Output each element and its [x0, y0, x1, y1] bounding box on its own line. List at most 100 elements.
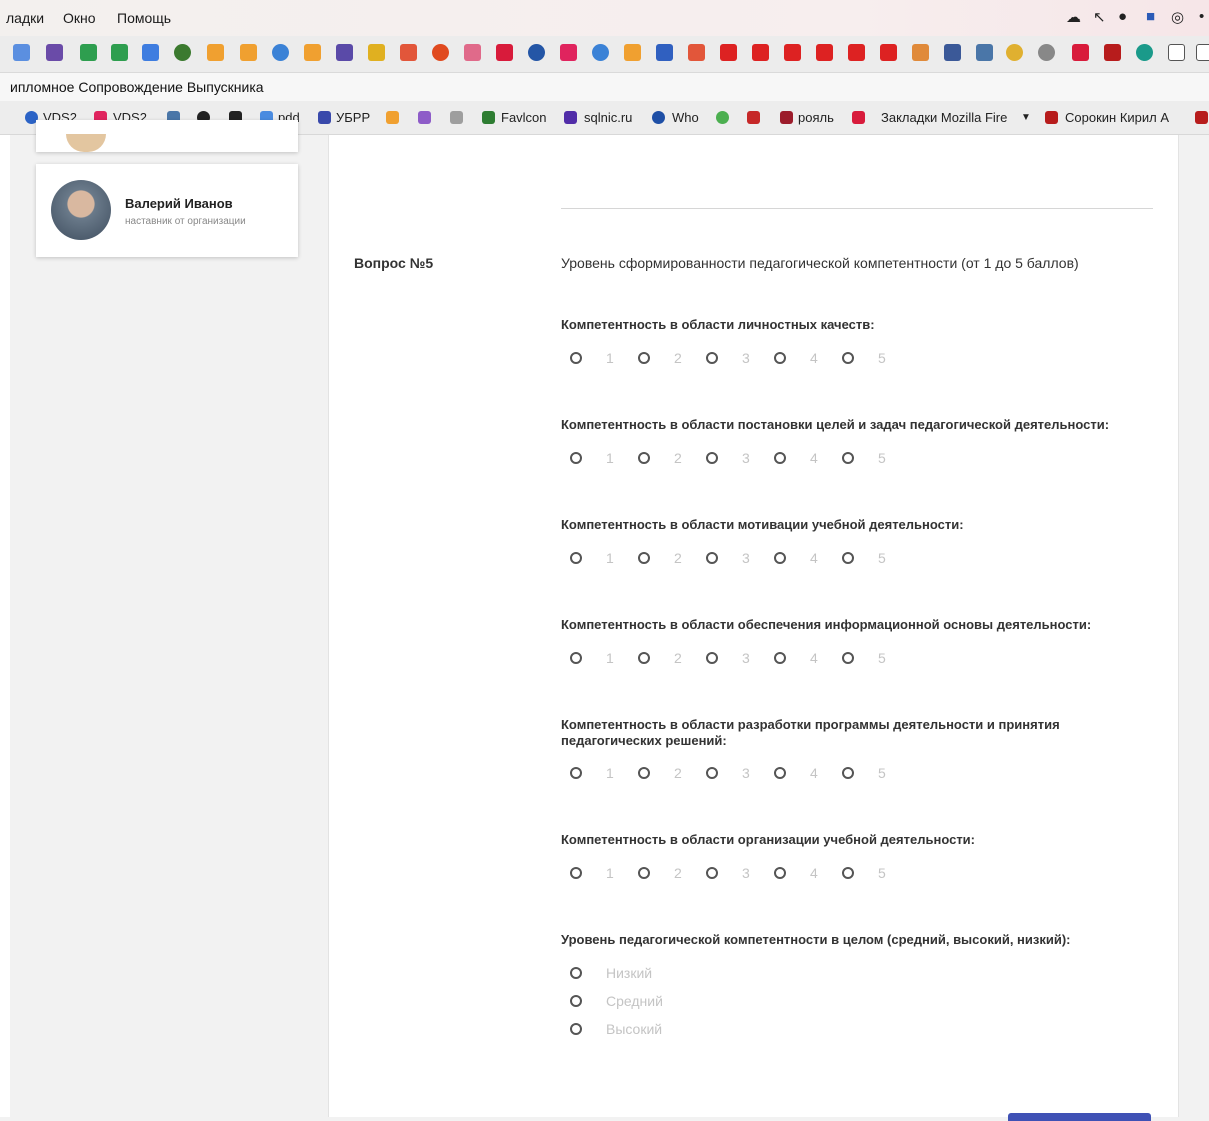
rating-radio[interactable] — [774, 867, 786, 879]
rating-radio[interactable] — [706, 767, 718, 779]
docs-icon[interactable] — [142, 44, 159, 61]
extension-icon[interactable] — [720, 44, 737, 61]
rating-radio[interactable] — [842, 652, 854, 664]
rating-radio[interactable] — [842, 552, 854, 564]
rating-radio[interactable] — [842, 452, 854, 464]
bookmark-icon[interactable] — [747, 111, 760, 124]
chevron-down-icon[interactable]: ▼ — [1021, 112, 1031, 123]
extension-icon[interactable] — [1038, 44, 1055, 61]
rating-label: 3 — [742, 450, 750, 466]
extension-icon[interactable] — [1136, 44, 1153, 61]
rating-radio[interactable] — [842, 867, 854, 879]
pma-icon[interactable] — [304, 44, 321, 61]
extension-icon[interactable] — [336, 44, 353, 61]
extension-icon[interactable] — [272, 44, 289, 61]
bookmark-sorokin[interactable]: Сорокин Кирил А — [1065, 110, 1177, 125]
rating-radio[interactable] — [638, 352, 650, 364]
bookmark-ubrr[interactable]: УБРР — [336, 110, 370, 125]
window-icon[interactable]: ■ — [1146, 8, 1155, 25]
cloud-icon[interactable]: ☁ — [1066, 8, 1081, 26]
extension-icon[interactable] — [464, 44, 481, 61]
overall-radio-high[interactable] — [570, 1023, 582, 1035]
menu-help[interactable]: Помощь — [117, 10, 171, 26]
submit-button[interactable] — [1008, 1113, 1151, 1121]
extension-icon[interactable] — [816, 44, 833, 61]
rating-radio[interactable] — [570, 552, 582, 564]
rating-radio[interactable] — [638, 867, 650, 879]
chart-icon[interactable] — [386, 111, 399, 124]
extension-icon[interactable] — [848, 44, 865, 61]
rating-radio[interactable] — [638, 767, 650, 779]
extension-icon[interactable] — [46, 44, 63, 61]
extensions-toolbar — [0, 36, 1209, 73]
rating-radio[interactable] — [638, 552, 650, 564]
page-icon[interactable] — [1168, 44, 1185, 61]
bookmark-who[interactable]: Who — [672, 110, 699, 125]
rating-radio[interactable] — [706, 352, 718, 364]
rating-radio[interactable] — [706, 867, 718, 879]
pma-icon[interactable] — [624, 44, 641, 61]
extension-icon[interactable] — [1072, 44, 1089, 61]
rating-radio[interactable] — [638, 652, 650, 664]
rating-radio[interactable] — [842, 767, 854, 779]
bookmark-royal[interactable]: рояль — [798, 110, 834, 125]
rating-radio[interactable] — [774, 452, 786, 464]
rating-radio[interactable] — [706, 552, 718, 564]
extension-icon[interactable] — [496, 44, 513, 61]
check-circle-icon[interactable]: ◎ — [1171, 8, 1184, 26]
rating-radio[interactable] — [570, 452, 582, 464]
rating-radio[interactable] — [774, 652, 786, 664]
rating-radio[interactable] — [570, 352, 582, 364]
pma-icon[interactable] — [207, 44, 224, 61]
calendar-icon[interactable] — [450, 111, 463, 124]
rating-radio[interactable] — [774, 767, 786, 779]
gitlab-icon[interactable] — [688, 44, 705, 61]
sheets-icon[interactable] — [111, 44, 128, 61]
overall-radio-low[interactable] — [570, 967, 582, 979]
rating-radio[interactable] — [842, 352, 854, 364]
extension-icon[interactable] — [1104, 44, 1121, 61]
extension-icon[interactable] — [1006, 44, 1023, 61]
rating-radio[interactable] — [706, 652, 718, 664]
pma-icon[interactable] — [240, 44, 257, 61]
extension-icon[interactable] — [368, 44, 385, 61]
extension-icon[interactable] — [560, 44, 577, 61]
extension-icon[interactable] — [13, 44, 30, 61]
gitlab-icon[interactable] — [400, 44, 417, 61]
rating-label: 4 — [810, 650, 818, 666]
extension-icon[interactable] — [912, 44, 929, 61]
code-icon[interactable] — [418, 111, 431, 124]
rating-radio[interactable] — [570, 867, 582, 879]
bookmark-sqlnic[interactable]: sqlnic.ru — [584, 110, 632, 125]
menu-bookmarks[interactable]: ладки — [6, 10, 44, 26]
extension-icon[interactable] — [174, 44, 191, 61]
page-icon[interactable] — [1196, 44, 1209, 61]
bookmark-folder-mozilla[interactable]: Закладки Mozilla Fire — [881, 110, 1016, 125]
extension-icon[interactable] — [432, 44, 449, 61]
facebook-icon[interactable] — [944, 44, 961, 61]
vk-icon[interactable] — [976, 44, 993, 61]
rating-radio[interactable] — [706, 452, 718, 464]
menu-window[interactable]: Окно — [63, 10, 96, 26]
rating-radio[interactable] — [638, 452, 650, 464]
overall-radio-medium[interactable] — [570, 995, 582, 1007]
extension-icon[interactable] — [528, 44, 545, 61]
extension-icon[interactable] — [784, 44, 801, 61]
rating-radio[interactable] — [570, 652, 582, 664]
more-icon[interactable]: • — [1199, 8, 1204, 25]
bookmark-icon[interactable] — [1195, 111, 1208, 124]
bookmark-favicon[interactable]: Favlcon — [501, 110, 547, 125]
extension-icon[interactable] — [752, 44, 769, 61]
cursor-icon[interactable]: ↖ — [1093, 8, 1106, 26]
rating-radio[interactable] — [570, 767, 582, 779]
rating-radio[interactable] — [774, 352, 786, 364]
sheets-icon[interactable] — [80, 44, 97, 61]
ip-icon[interactable] — [656, 44, 673, 61]
creative-cloud-icon[interactable]: ● — [1118, 8, 1127, 25]
bookmark-icon[interactable] — [716, 111, 729, 124]
rating-label: 3 — [742, 865, 750, 881]
rating-radio[interactable] — [774, 552, 786, 564]
overall-option-label: Высокий — [606, 1021, 663, 1037]
extension-icon[interactable] — [880, 44, 897, 61]
extension-icon[interactable] — [592, 44, 609, 61]
